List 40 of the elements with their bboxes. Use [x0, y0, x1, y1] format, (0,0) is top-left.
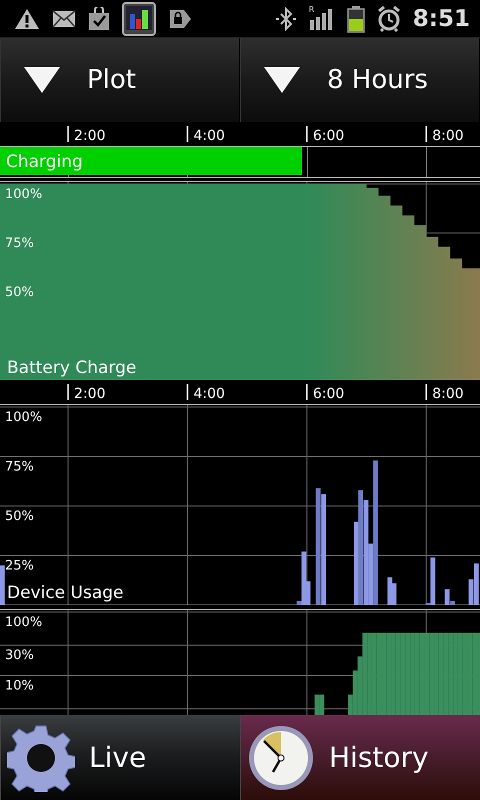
- chart-title: Battery Charge: [7, 358, 136, 378]
- y-axis-label: 25%: [5, 558, 34, 574]
- chart-title: Device Usage: [7, 583, 124, 603]
- time-label: 4:00: [193, 128, 225, 144]
- charging-label: Charging: [6, 152, 83, 172]
- time-label: 4:00: [193, 386, 225, 402]
- y-axis-label: 100%: [5, 187, 42, 202]
- y-axis-label: 75%: [5, 460, 34, 474]
- clock-time: 8:51: [412, 6, 470, 32]
- time-label: 6:00: [312, 386, 344, 402]
- tab[interactable]: History: [240, 715, 480, 800]
- warning-icon: [14, 8, 40, 30]
- battery-icon: [346, 4, 365, 32]
- time-label: 2:00: [74, 128, 106, 144]
- y-axis-label: 30%: [5, 648, 34, 664]
- dropdown-button[interactable]: Plot: [0, 38, 240, 122]
- y-axis-label: 100%: [5, 615, 42, 630]
- mail-icon: [52, 10, 76, 28]
- gear-icon: [7, 724, 75, 792]
- bar-chart-icon: [122, 2, 156, 36]
- y-axis-label: 10%: [5, 678, 34, 694]
- caret-icon: [23, 66, 61, 94]
- tab[interactable]: Live: [0, 715, 240, 800]
- y-axis-label: 50%: [5, 509, 34, 524]
- time-label: 8:00: [432, 128, 464, 144]
- alarm-clock-icon: [376, 6, 401, 32]
- y-axis-label: 75%: [5, 236, 34, 251]
- caret-icon: [263, 66, 301, 94]
- bluetooth-icon: [274, 6, 297, 30]
- dropdown-button[interactable]: 8 Hours: [240, 38, 480, 122]
- roaming-indicator: R: [308, 4, 314, 14]
- tag-lock-icon: [168, 8, 192, 30]
- signal-icon: [308, 8, 335, 30]
- clock-icon: [247, 724, 315, 792]
- y-axis-label: 50%: [5, 285, 34, 300]
- time-label: 8:00: [432, 386, 464, 402]
- shopping-bag-icon: [88, 6, 110, 30]
- time-label: 6:00: [312, 128, 344, 144]
- time-label: 2:00: [74, 386, 106, 402]
- y-axis-label: 100%: [5, 410, 42, 425]
